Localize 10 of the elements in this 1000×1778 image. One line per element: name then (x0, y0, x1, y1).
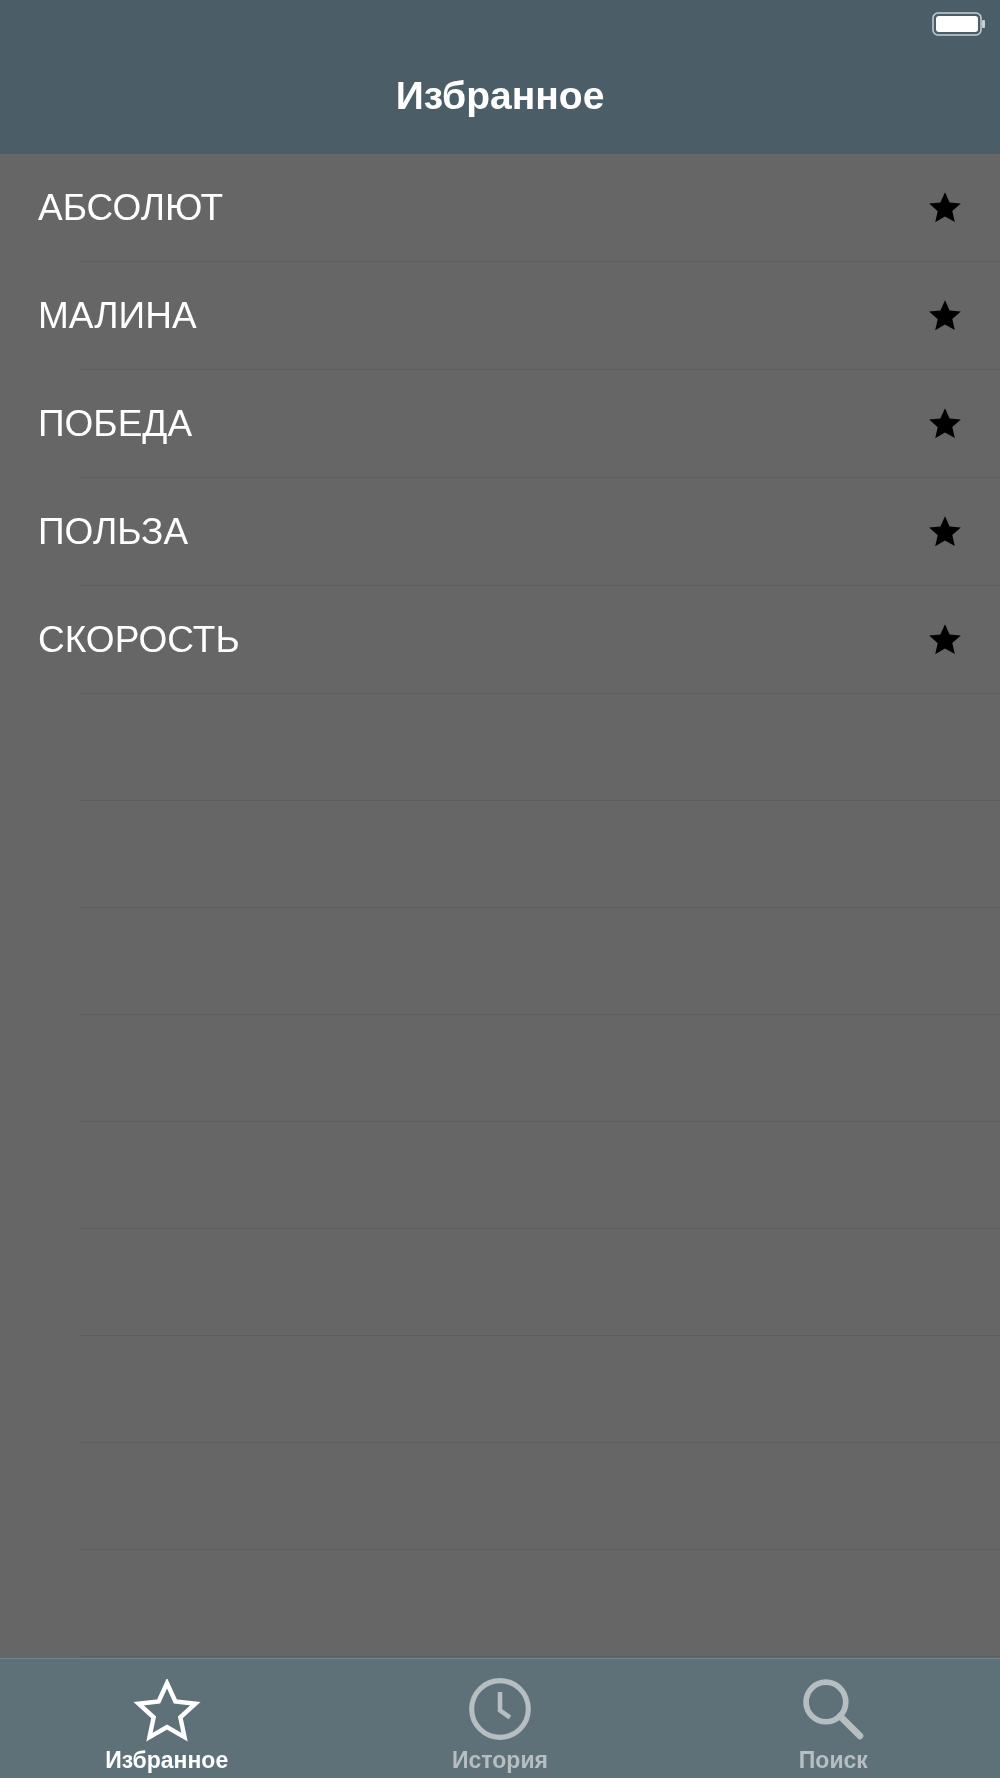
star-icon (132, 1679, 201, 1743)
word-item[interactable]: ПОБЕДА (38, 402, 193, 445)
screen-title: Избранное (395, 74, 605, 118)
word-item[interactable]: АБСОЛЮТ (38, 186, 223, 229)
clock-icon (466, 1675, 534, 1743)
word-item[interactable]: МАЛИНА (38, 294, 197, 337)
battery-icon (932, 12, 986, 36)
tab-button[interactable]: Избранное (0, 1659, 334, 1778)
word-item[interactable]: СКОРОСТЬ (38, 618, 240, 661)
word-item[interactable]: ПОЛЬЗА (38, 510, 189, 553)
